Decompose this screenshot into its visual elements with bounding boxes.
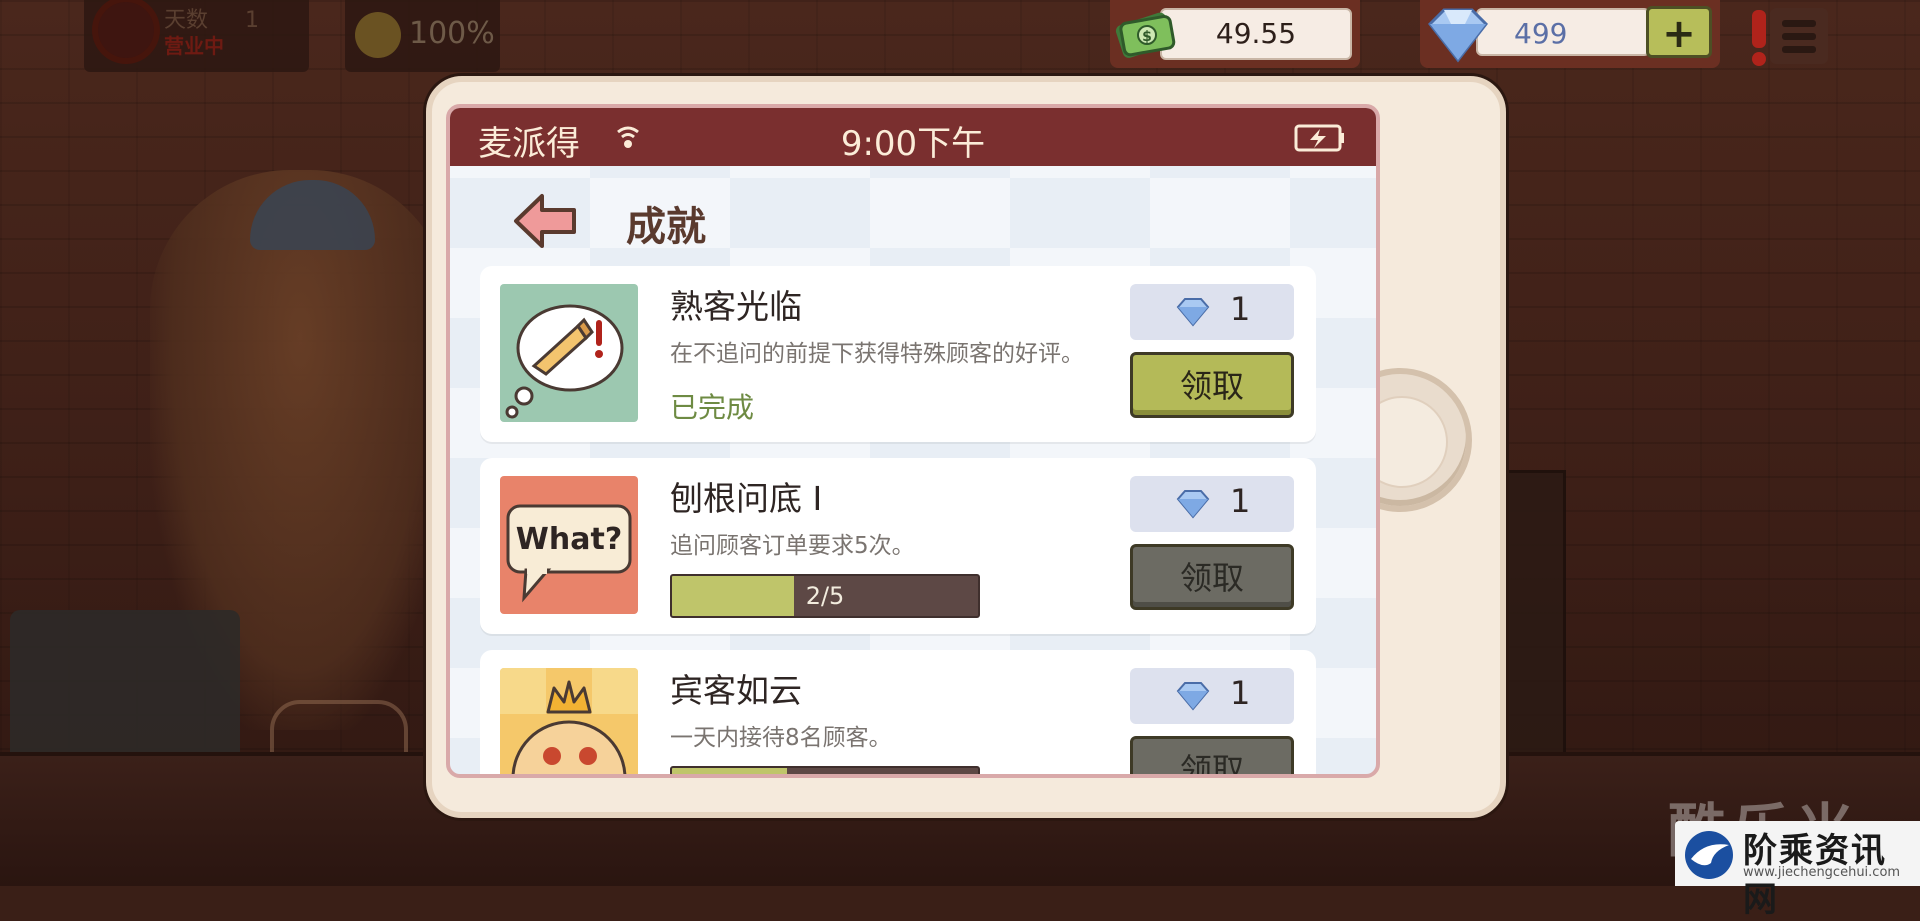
diamond-icon — [1176, 682, 1210, 711]
reward-count: 1 — [1230, 674, 1251, 712]
svg-text:$: $ — [1142, 29, 1152, 45]
battery-charging-icon — [1294, 124, 1344, 152]
achievement-description: 在不追问的前提下获得特殊顾客的好评。 — [670, 341, 1084, 367]
reward-count: 1 — [1230, 482, 1251, 520]
achievement-card: What? 刨根问底 Ⅰ 追问顾客订单要求5次。 2/5 1 领取 — [480, 458, 1316, 634]
achievement-status: 已完成 — [670, 391, 755, 424]
achievements-screen: 麦派得 9:00下午 成就 熟客光临 在不追问的前提下获得特殊顾客的好评。 已完… — [446, 104, 1380, 778]
smile-face-icon — [355, 12, 401, 58]
progress-bar — [670, 766, 980, 774]
day-subtext: 营业中 — [164, 34, 224, 58]
achievement-card: 熟客光临 在不追问的前提下获得特殊顾客的好评。 已完成 1 领取 — [480, 266, 1316, 442]
crowned-pizza-icon — [500, 668, 638, 774]
money-counter: 49.55 $ — [1110, 0, 1360, 68]
gem-value: 499 — [1476, 8, 1650, 56]
status-bar: 麦派得 9:00下午 — [450, 108, 1376, 166]
progress-fill — [672, 768, 787, 774]
site-watermark: 阶乘资讯网 www.jiechengcehui.com — [1675, 821, 1920, 920]
progress-text: 2/5 — [805, 582, 845, 610]
pizza-thought-icon — [500, 284, 638, 422]
mood-percent: 100% — [409, 16, 495, 51]
alert-icon[interactable] — [1748, 6, 1770, 68]
eagle-logo-icon — [1685, 831, 1733, 879]
achievement-title: 刨根问底 Ⅰ — [670, 479, 823, 518]
money-value: 49.55 — [1160, 8, 1352, 60]
reward-badge: 1 — [1130, 284, 1294, 340]
reward-badge: 1 — [1130, 668, 1294, 724]
clock: 9:00下午 — [840, 124, 986, 164]
what-speech-bubble-icon: What? — [500, 476, 638, 614]
claim-button[interactable]: 领取 — [1130, 736, 1294, 774]
cash-icon: $ — [1115, 12, 1176, 58]
diamond-icon — [1176, 298, 1210, 327]
watermark-url: www.jiechengcehui.com — [1743, 865, 1901, 880]
mood-indicator: 100% — [345, 0, 500, 72]
reward-count: 1 — [1230, 290, 1251, 328]
achievement-title: 宾客如云 — [670, 671, 802, 710]
achievement-card: 宾客如云 一天内接待8名顾客。 1 领取 — [480, 650, 1316, 774]
diamond-icon — [1176, 490, 1210, 519]
achievement-description: 追问顾客订单要求5次。 — [670, 533, 915, 559]
gear-icon — [98, 2, 154, 58]
claim-button[interactable]: 领取 — [1130, 352, 1294, 418]
achievement-title: 熟客光临 — [670, 287, 802, 326]
achievement-description: 一天内接待8名顾客。 — [670, 725, 892, 751]
menu-icon[interactable] — [1770, 8, 1828, 64]
claim-button[interactable]: 领取 — [1130, 544, 1294, 610]
day-number: 1 — [245, 8, 260, 33]
gem-counter: 499 + — [1420, 0, 1720, 68]
diamond-icon — [1428, 8, 1488, 63]
back-arrow-icon[interactable] — [512, 192, 578, 250]
add-gems-button[interactable]: + — [1646, 6, 1712, 58]
progress-bar: 2/5 — [670, 574, 980, 618]
reward-badge: 1 — [1130, 476, 1294, 532]
day-indicator: 天数 1 营业中 — [84, 0, 309, 72]
what-bubble-text: What? — [516, 522, 622, 557]
page-title: 成就 — [626, 204, 706, 250]
